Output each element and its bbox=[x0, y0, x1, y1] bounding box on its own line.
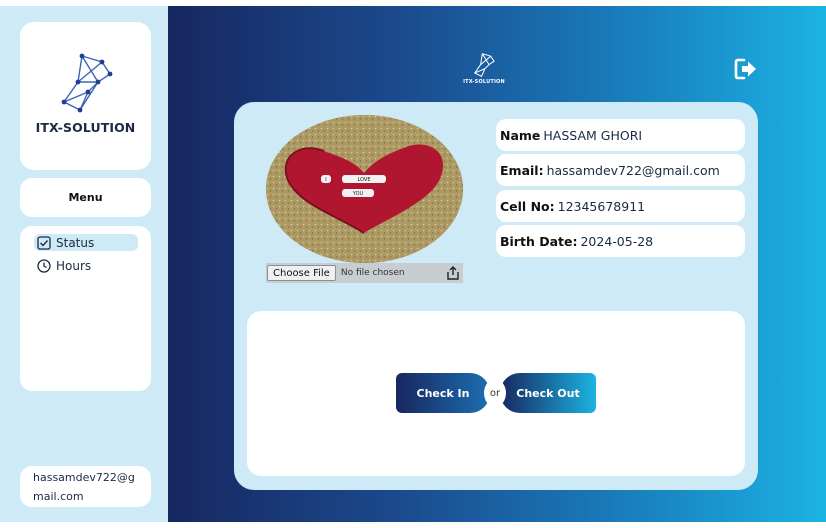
file-status: No file chosen bbox=[340, 268, 405, 278]
cell-field: Cell No: 12345678911 bbox=[496, 190, 745, 222]
logo-card: ITX-SOLUTION bbox=[20, 22, 151, 170]
name-field: Name HASSAM GHORI bbox=[496, 119, 745, 151]
logo-text: ITX-SOLUTION bbox=[35, 120, 136, 135]
checkbox-icon bbox=[37, 235, 51, 250]
header-logo: ITX-SOLUTION bbox=[462, 52, 506, 92]
cell-label: Cell No: bbox=[500, 198, 555, 214]
header-logo-icon bbox=[474, 53, 495, 78]
share-icon[interactable] bbox=[445, 265, 461, 281]
logout-icon[interactable] bbox=[734, 58, 758, 80]
main-area: ITX-SOLUTION I LOVE YOU Choose File No f… bbox=[168, 6, 826, 522]
cell-value: 12345678911 bbox=[557, 198, 646, 214]
logo-icon bbox=[61, 53, 112, 113]
sidebar: ITX-SOLUTION Menu Status Hours hassamdev… bbox=[0, 6, 168, 522]
name-value: HASSAM GHORI bbox=[543, 127, 643, 143]
check-in-button[interactable]: Check In bbox=[396, 373, 490, 413]
file-upload: Choose File No file chosen bbox=[266, 263, 463, 283]
email-label: Email: bbox=[500, 162, 544, 178]
birth-date-label: Birth Date: bbox=[500, 233, 578, 249]
sidebar-nav: Status Hours bbox=[20, 226, 151, 391]
birth-date-value: 2024-05-28 bbox=[580, 233, 654, 249]
sidebar-item-label: Hours bbox=[56, 258, 92, 273]
profile-photo: I LOVE YOU bbox=[266, 115, 463, 263]
menu-heading: Menu bbox=[20, 178, 151, 217]
birth-date-field: Birth Date: 2024-05-28 bbox=[496, 225, 745, 257]
email-field: Email: hassamdev722@gmail.com bbox=[496, 154, 745, 186]
name-label: Name bbox=[500, 127, 541, 143]
email-value: hassamdev722@gmail.com bbox=[546, 162, 720, 178]
sidebar-item-hours[interactable]: Hours bbox=[34, 257, 138, 274]
clock-icon bbox=[37, 258, 51, 273]
photo-caption-word: LOVE bbox=[357, 177, 370, 183]
header-logo-text: ITX-SOLUTION bbox=[463, 79, 505, 85]
attendance-card: Check In Check Out or bbox=[247, 311, 745, 476]
profile-panel: I LOVE YOU Choose File No file chosen Na… bbox=[234, 102, 758, 490]
or-separator: or bbox=[484, 379, 506, 407]
photo-caption-word: I bbox=[325, 177, 326, 183]
user-email: hassamdev722@gmail.com bbox=[20, 466, 151, 507]
sidebar-item-status[interactable]: Status bbox=[34, 234, 138, 251]
app-frame: ITX-SOLUTION Menu Status Hours hassamdev… bbox=[0, 6, 826, 522]
sidebar-item-label: Status bbox=[56, 235, 95, 250]
photo-caption-word: YOU bbox=[352, 191, 364, 197]
check-out-button[interactable]: Check Out bbox=[500, 373, 596, 413]
choose-file-button[interactable]: Choose File bbox=[267, 265, 336, 281]
